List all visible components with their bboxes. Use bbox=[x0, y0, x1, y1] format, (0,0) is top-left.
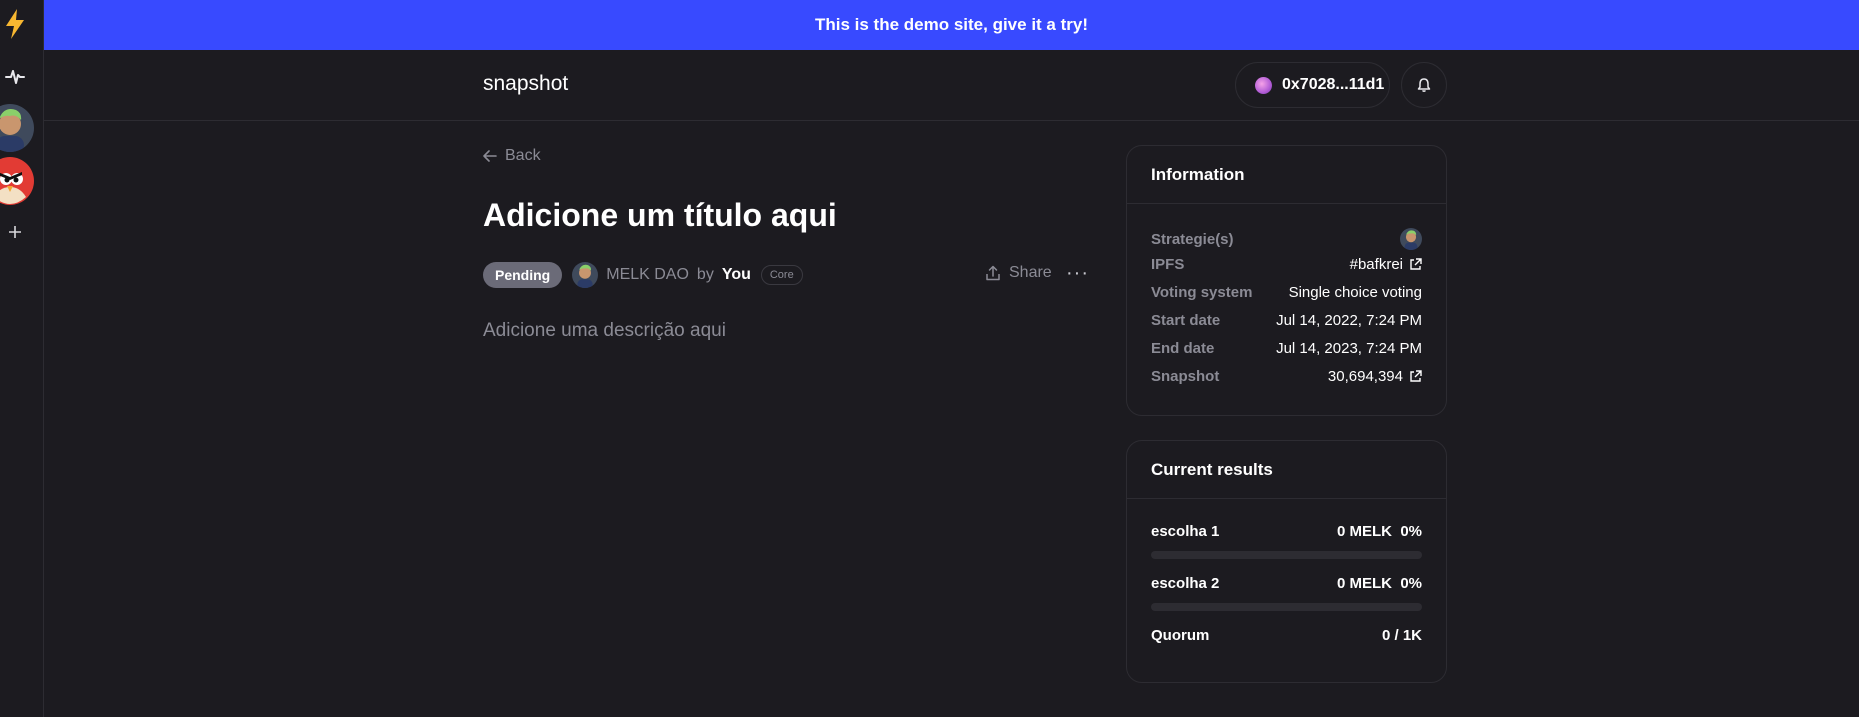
proposal-description: Adicione uma descrição aqui bbox=[483, 320, 726, 341]
info-label: Start date bbox=[1151, 312, 1221, 329]
results-card: Current results escolha 1 0 MELK 0% esco… bbox=[1126, 440, 1447, 683]
snapshot-block-link[interactable]: 30,694,394 bbox=[1328, 368, 1422, 385]
share-button[interactable]: Share bbox=[985, 264, 1052, 282]
info-value: 30,694,394 bbox=[1327, 368, 1403, 385]
information-card: Information Strategie(s) IPFS #bafkrei V… bbox=[1126, 145, 1447, 416]
info-label: IPFS bbox=[1151, 256, 1185, 273]
info-row-start-date: Start date Jul 14, 2022, 7:24 PM bbox=[1151, 312, 1422, 329]
info-row-snapshot: Snapshot 30,694,394 bbox=[1151, 368, 1422, 385]
info-value: Jul 14, 2023, 7:24 PM bbox=[1276, 340, 1422, 357]
choice-name: escolha 1 bbox=[1151, 523, 1220, 540]
info-label: Strategie(s) bbox=[1151, 230, 1234, 248]
choice-score: 0 MELK 0% bbox=[1337, 523, 1422, 540]
lightning-icon[interactable] bbox=[0, 2, 30, 46]
left-rail bbox=[0, 0, 44, 717]
proposal-meta: Pending MELK DAO by You Core bbox=[483, 260, 803, 290]
choice-amount: 0 MELK bbox=[1336, 523, 1392, 540]
author-link[interactable]: You bbox=[722, 266, 751, 284]
results-title: Current results bbox=[1127, 441, 1446, 499]
demo-banner-text: This is the demo site, give it a try! bbox=[814, 15, 1088, 34]
info-label: Voting system bbox=[1151, 284, 1253, 301]
quorum-value: 0 / 1K bbox=[1381, 627, 1422, 644]
author-badge: Core bbox=[760, 265, 803, 285]
back-label: Back bbox=[505, 147, 541, 164]
choice-amount: 0 MELK bbox=[1336, 575, 1392, 592]
info-value: #bafkrei bbox=[1349, 256, 1403, 273]
info-row-voting-system: Voting system Single choice voting bbox=[1151, 284, 1422, 301]
external-link-icon bbox=[1410, 258, 1422, 270]
demo-banner: This is the demo site, give it a try! bbox=[44, 0, 1859, 50]
info-row-end-date: End date Jul 14, 2023, 7:24 PM bbox=[1151, 340, 1422, 357]
avatar-space-1[interactable] bbox=[0, 104, 34, 152]
choice-percent: 0% bbox=[1400, 575, 1422, 592]
notifications-button[interactable] bbox=[1401, 62, 1447, 108]
activity-icon[interactable] bbox=[0, 55, 30, 99]
result-row: escolha 2 0 MELK 0% bbox=[1151, 575, 1422, 592]
info-value: Jul 14, 2022, 7:24 PM bbox=[1276, 312, 1422, 329]
proposal-title: Adicione um título aqui bbox=[483, 197, 837, 233]
info-label: End date bbox=[1151, 340, 1215, 357]
info-label: Snapshot bbox=[1151, 368, 1220, 385]
choice-name: escolha 2 bbox=[1151, 575, 1220, 592]
quorum-label: Quorum bbox=[1151, 627, 1210, 644]
account-address: 0x7028...11d1 bbox=[1282, 76, 1385, 93]
space-avatar[interactable] bbox=[572, 262, 599, 288]
share-label: Share bbox=[1009, 264, 1052, 281]
share-icon bbox=[986, 265, 1000, 281]
result-progress-bar bbox=[1151, 551, 1422, 559]
more-options-button[interactable]: ··· bbox=[1066, 262, 1089, 285]
choice-score: 0 MELK 0% bbox=[1337, 575, 1422, 592]
status-badge: Pending bbox=[483, 262, 563, 288]
info-row-ipfs: IPFS #bafkrei bbox=[1151, 256, 1422, 273]
external-link-icon bbox=[1410, 370, 1422, 382]
information-title: Information bbox=[1127, 146, 1446, 204]
by-label: by bbox=[696, 266, 714, 283]
back-link[interactable]: Back bbox=[483, 147, 541, 165]
info-value: Single choice voting bbox=[1288, 284, 1422, 301]
arrow-left-icon bbox=[483, 150, 497, 162]
ipfs-link[interactable]: #bafkrei bbox=[1350, 256, 1422, 273]
strategy-avatar[interactable] bbox=[1400, 228, 1422, 250]
brand-logo[interactable]: snapshot bbox=[483, 72, 568, 96]
quorum-row: Quorum 0 / 1K bbox=[1151, 627, 1422, 644]
top-navigation: snapshot 0x7028...11d1 bbox=[44, 50, 1859, 121]
plus-icon[interactable] bbox=[0, 210, 30, 254]
account-button[interactable]: 0x7028...11d1 bbox=[1235, 62, 1390, 108]
account-avatar bbox=[1255, 76, 1272, 94]
info-row-strategies: Strategie(s) bbox=[1151, 228, 1422, 250]
space-name-link[interactable]: MELK DAO bbox=[606, 266, 689, 284]
choice-percent: 0% bbox=[1400, 523, 1422, 540]
result-progress-bar bbox=[1151, 603, 1422, 611]
result-row: escolha 1 0 MELK 0% bbox=[1151, 523, 1422, 540]
avatar-space-2[interactable] bbox=[0, 157, 34, 205]
bell-icon bbox=[1417, 78, 1431, 92]
